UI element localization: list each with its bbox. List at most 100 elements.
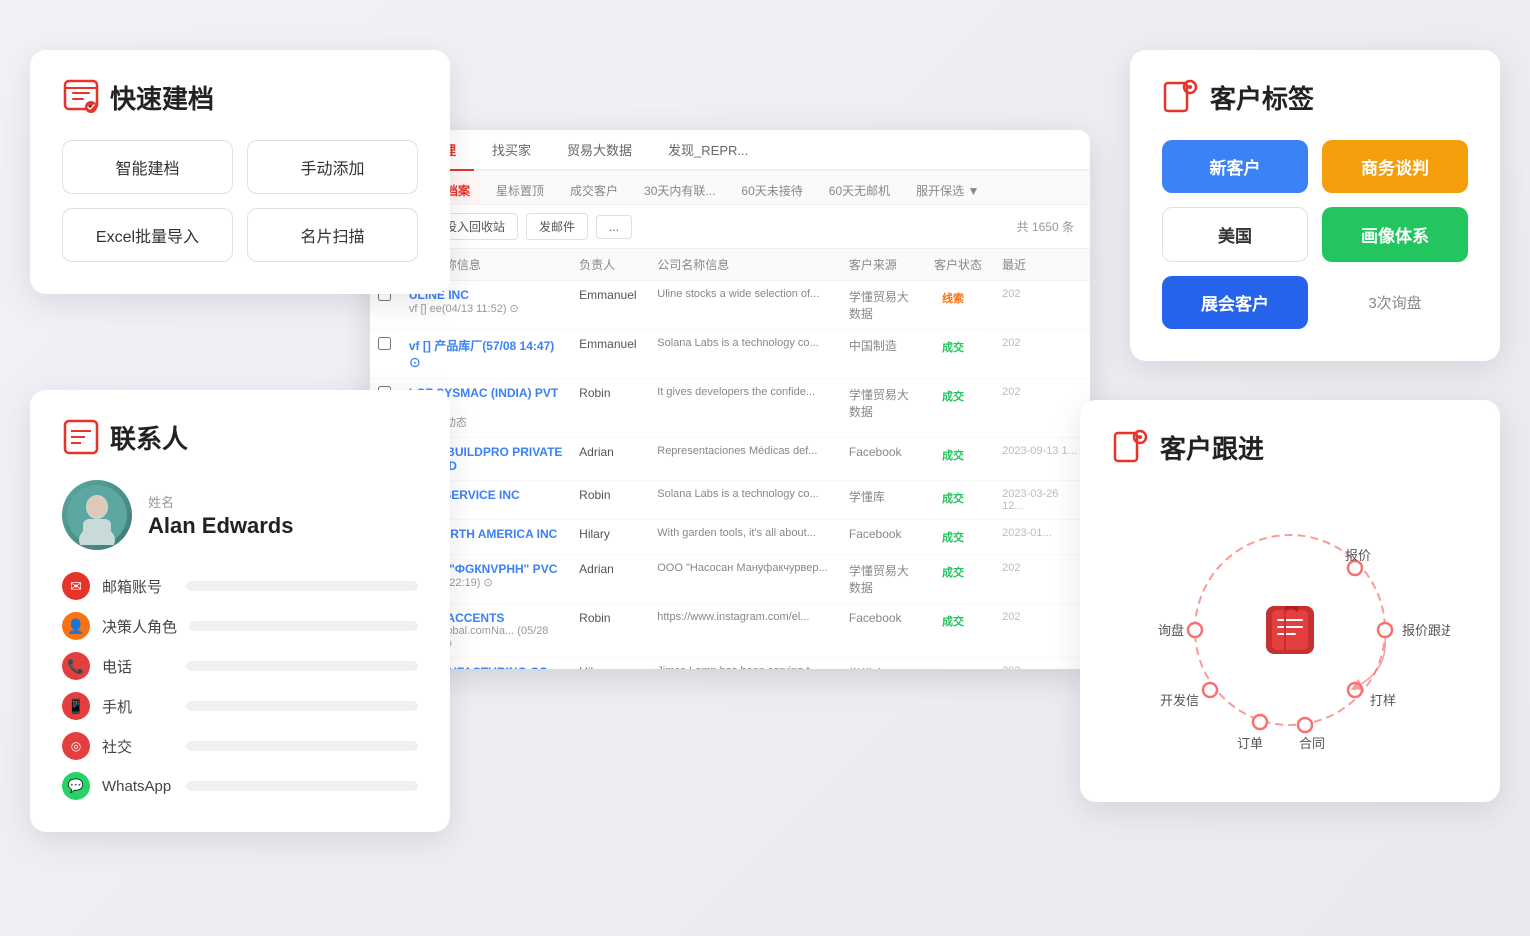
label-dingdan: 订单 [1237,736,1263,751]
table-row[interactable]: vf [] 产品库厂(57/08 14:47) ⊙ Emmanuel Solan… [370,330,1090,379]
whatsapp-icon: 💬 [62,772,90,800]
quick-archive-btn-grid: 智能建档 手动添加 Excel批量导入 名片扫描 [62,140,418,262]
tag-expo-customer[interactable]: 展会客户 [1162,276,1308,329]
status-badge-8: 成交 [934,665,972,669]
tag-inquiry-count[interactable]: 3次询盘 [1322,276,1468,329]
followup-title: 客户跟进 [1160,429,1264,466]
social-label: 社交 [102,736,174,757]
crm-subtab-service[interactable]: 服开保选 ▼ [904,177,991,204]
email-label: 邮箱账号 [102,576,174,597]
row-time-6: 202 [994,555,1090,604]
person-icon: 👤 [62,612,90,640]
crm-count: 共 1650 条 [1017,218,1074,235]
label-kaifaxin: 开发信 [1160,693,1199,708]
tag-usa[interactable]: 美国 [1162,207,1308,262]
row-owner-0: Emmanuel [571,281,649,330]
row-desc-0: Uline stocks a wide selection of... [649,281,841,330]
row-time-7: 202 [994,604,1090,658]
row-owner-8: Hilary [571,658,649,670]
row-source-5: Facebook [841,520,926,555]
contact-header: 联系人 [62,418,418,456]
row-source-4: 学懂库 [841,481,926,520]
label-hetong: 合同 [1299,736,1325,751]
crm-subtab-30day[interactable]: 30天内有联... [632,177,727,204]
table-row[interactable]: LGF SYSMAC (INDIA) PVT LTD ◎ 贤无动态 Robin … [370,379,1090,438]
row-time-3: 2023-09-13 1... [994,438,1090,481]
status-badge-0: 线索 [934,288,972,308]
table-row[interactable]: М ОАО"ФGКNVPНН" PVC 8(03/21 22:19) ⊙ Adr… [370,555,1090,604]
btn-smart-archive[interactable]: 智能建档 [62,140,233,194]
col-source-header: 客户来源 [841,249,926,281]
row-source-6: 学懂贸易大数据 [841,555,926,604]
row-status-7: 成交 [926,604,994,658]
row-time-5: 2023-01... [994,520,1090,555]
contact-avatar-row: 姓名 Alan Edwards [62,480,418,550]
btn-excel-import[interactable]: Excel批量导入 [62,208,233,262]
row-desc-5: With garden tools, it's all about... [649,520,841,555]
table-row[interactable]: ULINE INC vf [] ee(04/13 11:52) ⊙ Emmanu… [370,281,1090,330]
row-status-4: 成交 [926,481,994,520]
row-status-0: 线索 [926,281,994,330]
email-icon: ✉ [62,572,90,600]
phone-icon: 📞 [62,652,90,680]
tags-grid: 新客户 商务谈判 美国 画像体系 展会客户 3次询盘 [1162,140,1468,329]
role-value-bar [189,621,418,631]
row-status-2: 成交 [926,379,994,438]
contact-field-mobile: 📱 手机 [62,692,418,720]
row-owner-6: Adrian [571,555,649,604]
btn-manual-add[interactable]: 手动添加 [247,140,418,194]
role-label: 决策人角色 [102,616,177,637]
followup-diagram: 报价 报价跟进 打样 合同 订单 开发信 询盘 [1130,490,1450,770]
tags-title: 客户标签 [1210,79,1314,116]
tag-business-negotiation[interactable]: 商务谈判 [1322,140,1468,193]
table-row[interactable]: AMPS ACCENTS aa @Global.comNa... (05/28 … [370,604,1090,658]
row-owner-5: Hilary [571,520,649,555]
contact-field-role: 👤 决策人角色 [62,612,418,640]
crm-tab-discover[interactable]: 发现_REPR... [650,130,766,171]
contact-field-email: ✉ 邮箱账号 [62,572,418,600]
table-row[interactable]: F F&F BUILDPRO PRIVATE LIMITED Adrian Re… [370,438,1090,481]
label-dayang: 打样 [1370,693,1396,708]
row-checkbox-1[interactable] [370,330,401,379]
checkbox-input-1[interactable] [378,337,391,350]
customer-tags-card: 客户标签 新客户 商务谈判 美国 画像体系 展会客户 3次询盘 [1130,50,1500,361]
crm-subtab-60day-no-contact[interactable]: 60天未接待 [729,177,814,204]
row-time-2: 202 [994,379,1090,438]
crm-subtab-star[interactable]: 星标置顶 [484,177,556,204]
crm-send-email-btn[interactable]: 发邮件 [526,213,588,240]
phone-value-bar [186,661,418,671]
row-status-5: 成交 [926,520,994,555]
col-time-header: 最近 [994,249,1090,281]
company-name-1[interactable]: vf [] 产品库厂(57/08 14:47) ⊙ [409,337,563,371]
quick-archive-title: 快速建档 [110,79,214,116]
row-status-3: 成交 [926,438,994,481]
tag-portrait-system[interactable]: 画像体系 [1322,207,1468,262]
row-status-8: 成交 [926,658,994,670]
contact-field-whatsapp: 💬 WhatsApp [62,772,418,800]
crm-more-btn[interactable]: ... [596,215,632,239]
row-company-1: vf [] 产品库厂(57/08 14:47) ⊙ [401,330,571,379]
row-desc-4: Solana Labs is a technology co... [649,481,841,520]
crm-toolbar: 选 投入回收站 发邮件 ... 共 1650 条 [370,205,1090,249]
row-owner-7: Robin [571,604,649,658]
row-owner-1: Emmanuel [571,330,649,379]
crm-subtab-60day-no-email[interactable]: 60天无邮机 [817,177,902,204]
row-source-7: Facebook [841,604,926,658]
table-row[interactable]: ISN NORTH AMERICA INC Hilary With garden… [370,520,1090,555]
crm-table-body: ULINE INC vf [] ee(04/13 11:52) ⊙ Emmanu… [370,281,1090,670]
table-row[interactable]: & MANUFACTURING CO Hilary Jimco Lamp has… [370,658,1090,670]
row-owner-3: Adrian [571,438,649,481]
tag-new-customer[interactable]: 新客户 [1162,140,1308,193]
btn-card-scan[interactable]: 名片扫描 [247,208,418,262]
crm-tab-find-buyer[interactable]: 找买家 [474,130,549,171]
table-row[interactable]: IES @SERVICE INC Robin Solana Labs is a … [370,481,1090,520]
status-badge-1: 成交 [934,337,972,357]
crm-tab-trade-data[interactable]: 贸易大数据 [549,130,650,171]
mobile-icon: 📱 [62,692,90,720]
crm-table-card: 客户管理 找买家 贸易大数据 发现_REPR... 开布客户档案 星标置顶 成交… [370,130,1090,669]
row-source-0: 学懂贸易大数据 [841,281,926,330]
whatsapp-label: WhatsApp [102,778,174,795]
row-owner-4: Robin [571,481,649,520]
crm-table-wrapper: 公司名称信息 负责人 公司名称信息 客户来源 客户状态 最近 ULINE INC… [370,249,1090,669]
crm-subtab-deal[interactable]: 成交客户 [558,177,630,204]
